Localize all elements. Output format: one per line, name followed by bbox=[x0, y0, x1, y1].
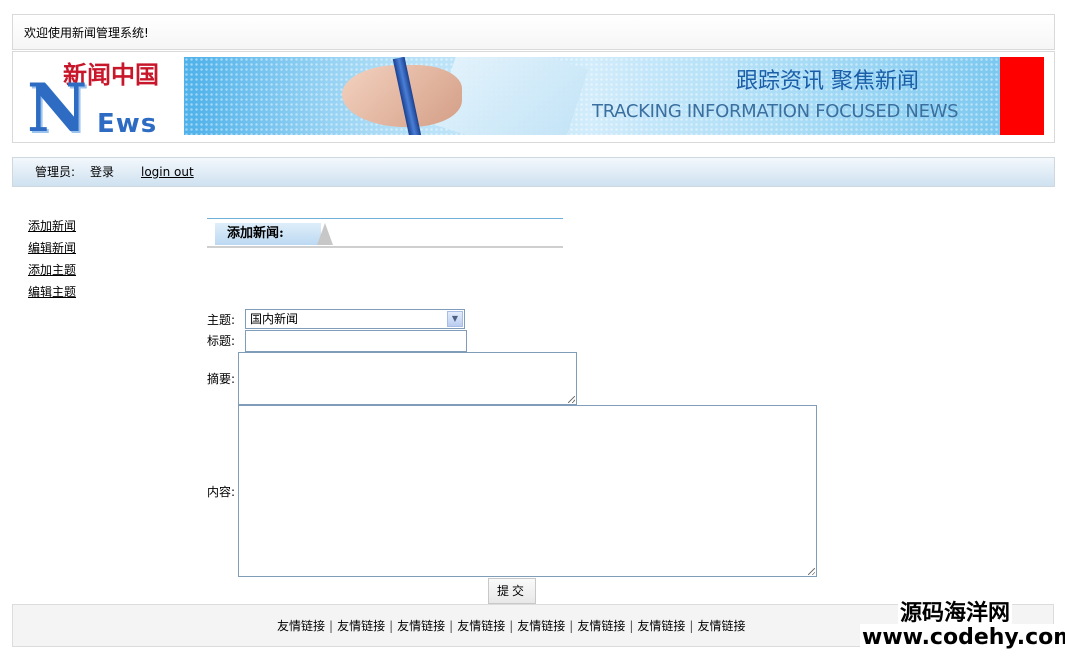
title-label: 标题: bbox=[207, 334, 236, 348]
admin-bar: 管理员: 登录 login out bbox=[12, 157, 1055, 187]
section-tab: 添加新闻: bbox=[215, 223, 321, 245]
topic-label: 主题: bbox=[207, 313, 236, 327]
page: 欢迎使用新闻管理系统! 新闻中国 N Ews 跟踪资讯 聚焦新闻 TRACKIN… bbox=[0, 0, 1065, 657]
footer-links: 友情链接 | 友情链接 | 友情链接 | 友情链接 | 友情链接 | 友情链接 | 友情链接 | 友情链接 bbox=[277, 617, 745, 635]
footer-link[interactable]: 友情链接 bbox=[277, 619, 325, 633]
title-input[interactable] bbox=[245, 330, 467, 352]
site-logo: 新闻中国 N Ews bbox=[27, 55, 177, 147]
banner: 新闻中国 N Ews 跟踪资讯 聚焦新闻 TRACKING INFORMATIO… bbox=[12, 51, 1055, 143]
resize-grip-icon[interactable] bbox=[568, 396, 575, 403]
banner-red-block bbox=[1000, 57, 1044, 135]
footer-separator: | bbox=[509, 619, 514, 633]
summary-label: 摘要: bbox=[207, 372, 236, 386]
sidebar-item-add-news[interactable]: 添加新闻 bbox=[28, 215, 76, 237]
footer-separator: | bbox=[629, 619, 634, 633]
welcome-bar: 欢迎使用新闻管理系统! bbox=[12, 14, 1055, 50]
sidebar-nav: 添加新闻 编辑新闻 添加主题 编辑主题 bbox=[28, 215, 76, 303]
sidebar-item-add-topic[interactable]: 添加主题 bbox=[28, 259, 76, 281]
banner-slogan-cn: 跟踪资讯 聚焦新闻 bbox=[736, 69, 919, 94]
logo-n-letter: N bbox=[27, 69, 88, 147]
admin-label: 管理员: bbox=[35, 165, 76, 179]
topic-select-value: 国内新闻 bbox=[250, 312, 299, 326]
section-tab-decoration bbox=[317, 223, 333, 245]
content-label: 内容: bbox=[207, 485, 236, 499]
footer-link[interactable]: 友情链接 bbox=[637, 619, 685, 633]
logo-ews-letters: Ews bbox=[97, 109, 158, 139]
footer-link[interactable]: 友情链接 bbox=[397, 619, 445, 633]
sidebar-item-edit-topic[interactable]: 编辑主题 bbox=[28, 281, 76, 303]
logout-link[interactable]: login out bbox=[141, 158, 194, 186]
watermark-url: www.codehy.com bbox=[860, 624, 1065, 652]
footer-separator: | bbox=[569, 619, 574, 633]
footer-link[interactable]: 友情链接 bbox=[697, 619, 745, 633]
footer-link[interactable]: 友情链接 bbox=[577, 619, 625, 633]
section-header: 添加新闻: bbox=[207, 218, 563, 248]
content-textarea[interactable] bbox=[238, 405, 817, 577]
chevron-down-icon[interactable]: ▼ bbox=[447, 311, 463, 327]
sidebar-item-edit-news[interactable]: 编辑新闻 bbox=[28, 237, 76, 259]
topic-select[interactable]: 国内新闻 ▼ bbox=[245, 309, 465, 329]
resize-grip-icon[interactable] bbox=[808, 568, 815, 575]
footer-separator: | bbox=[329, 619, 334, 633]
footer-link[interactable]: 友情链接 bbox=[337, 619, 385, 633]
footer-separator: | bbox=[689, 619, 694, 633]
welcome-text: 欢迎使用新闻管理系统! bbox=[24, 26, 149, 40]
footer-link[interactable]: 友情链接 bbox=[517, 619, 565, 633]
section-title: 添加新闻: bbox=[227, 226, 284, 241]
footer-separator: | bbox=[389, 619, 394, 633]
submit-button[interactable]: 提交 bbox=[488, 578, 536, 604]
footer-link[interactable]: 友情链接 bbox=[457, 619, 505, 633]
banner-slogan-en: TRACKING INFORMATION FOCUSED NEWS bbox=[592, 101, 959, 122]
login-link[interactable]: 登录 bbox=[90, 158, 114, 186]
banner-image: 跟踪资讯 聚焦新闻 TRACKING INFORMATION FOCUSED N… bbox=[184, 57, 1000, 135]
footer-separator: | bbox=[449, 619, 454, 633]
summary-textarea[interactable] bbox=[238, 352, 577, 405]
